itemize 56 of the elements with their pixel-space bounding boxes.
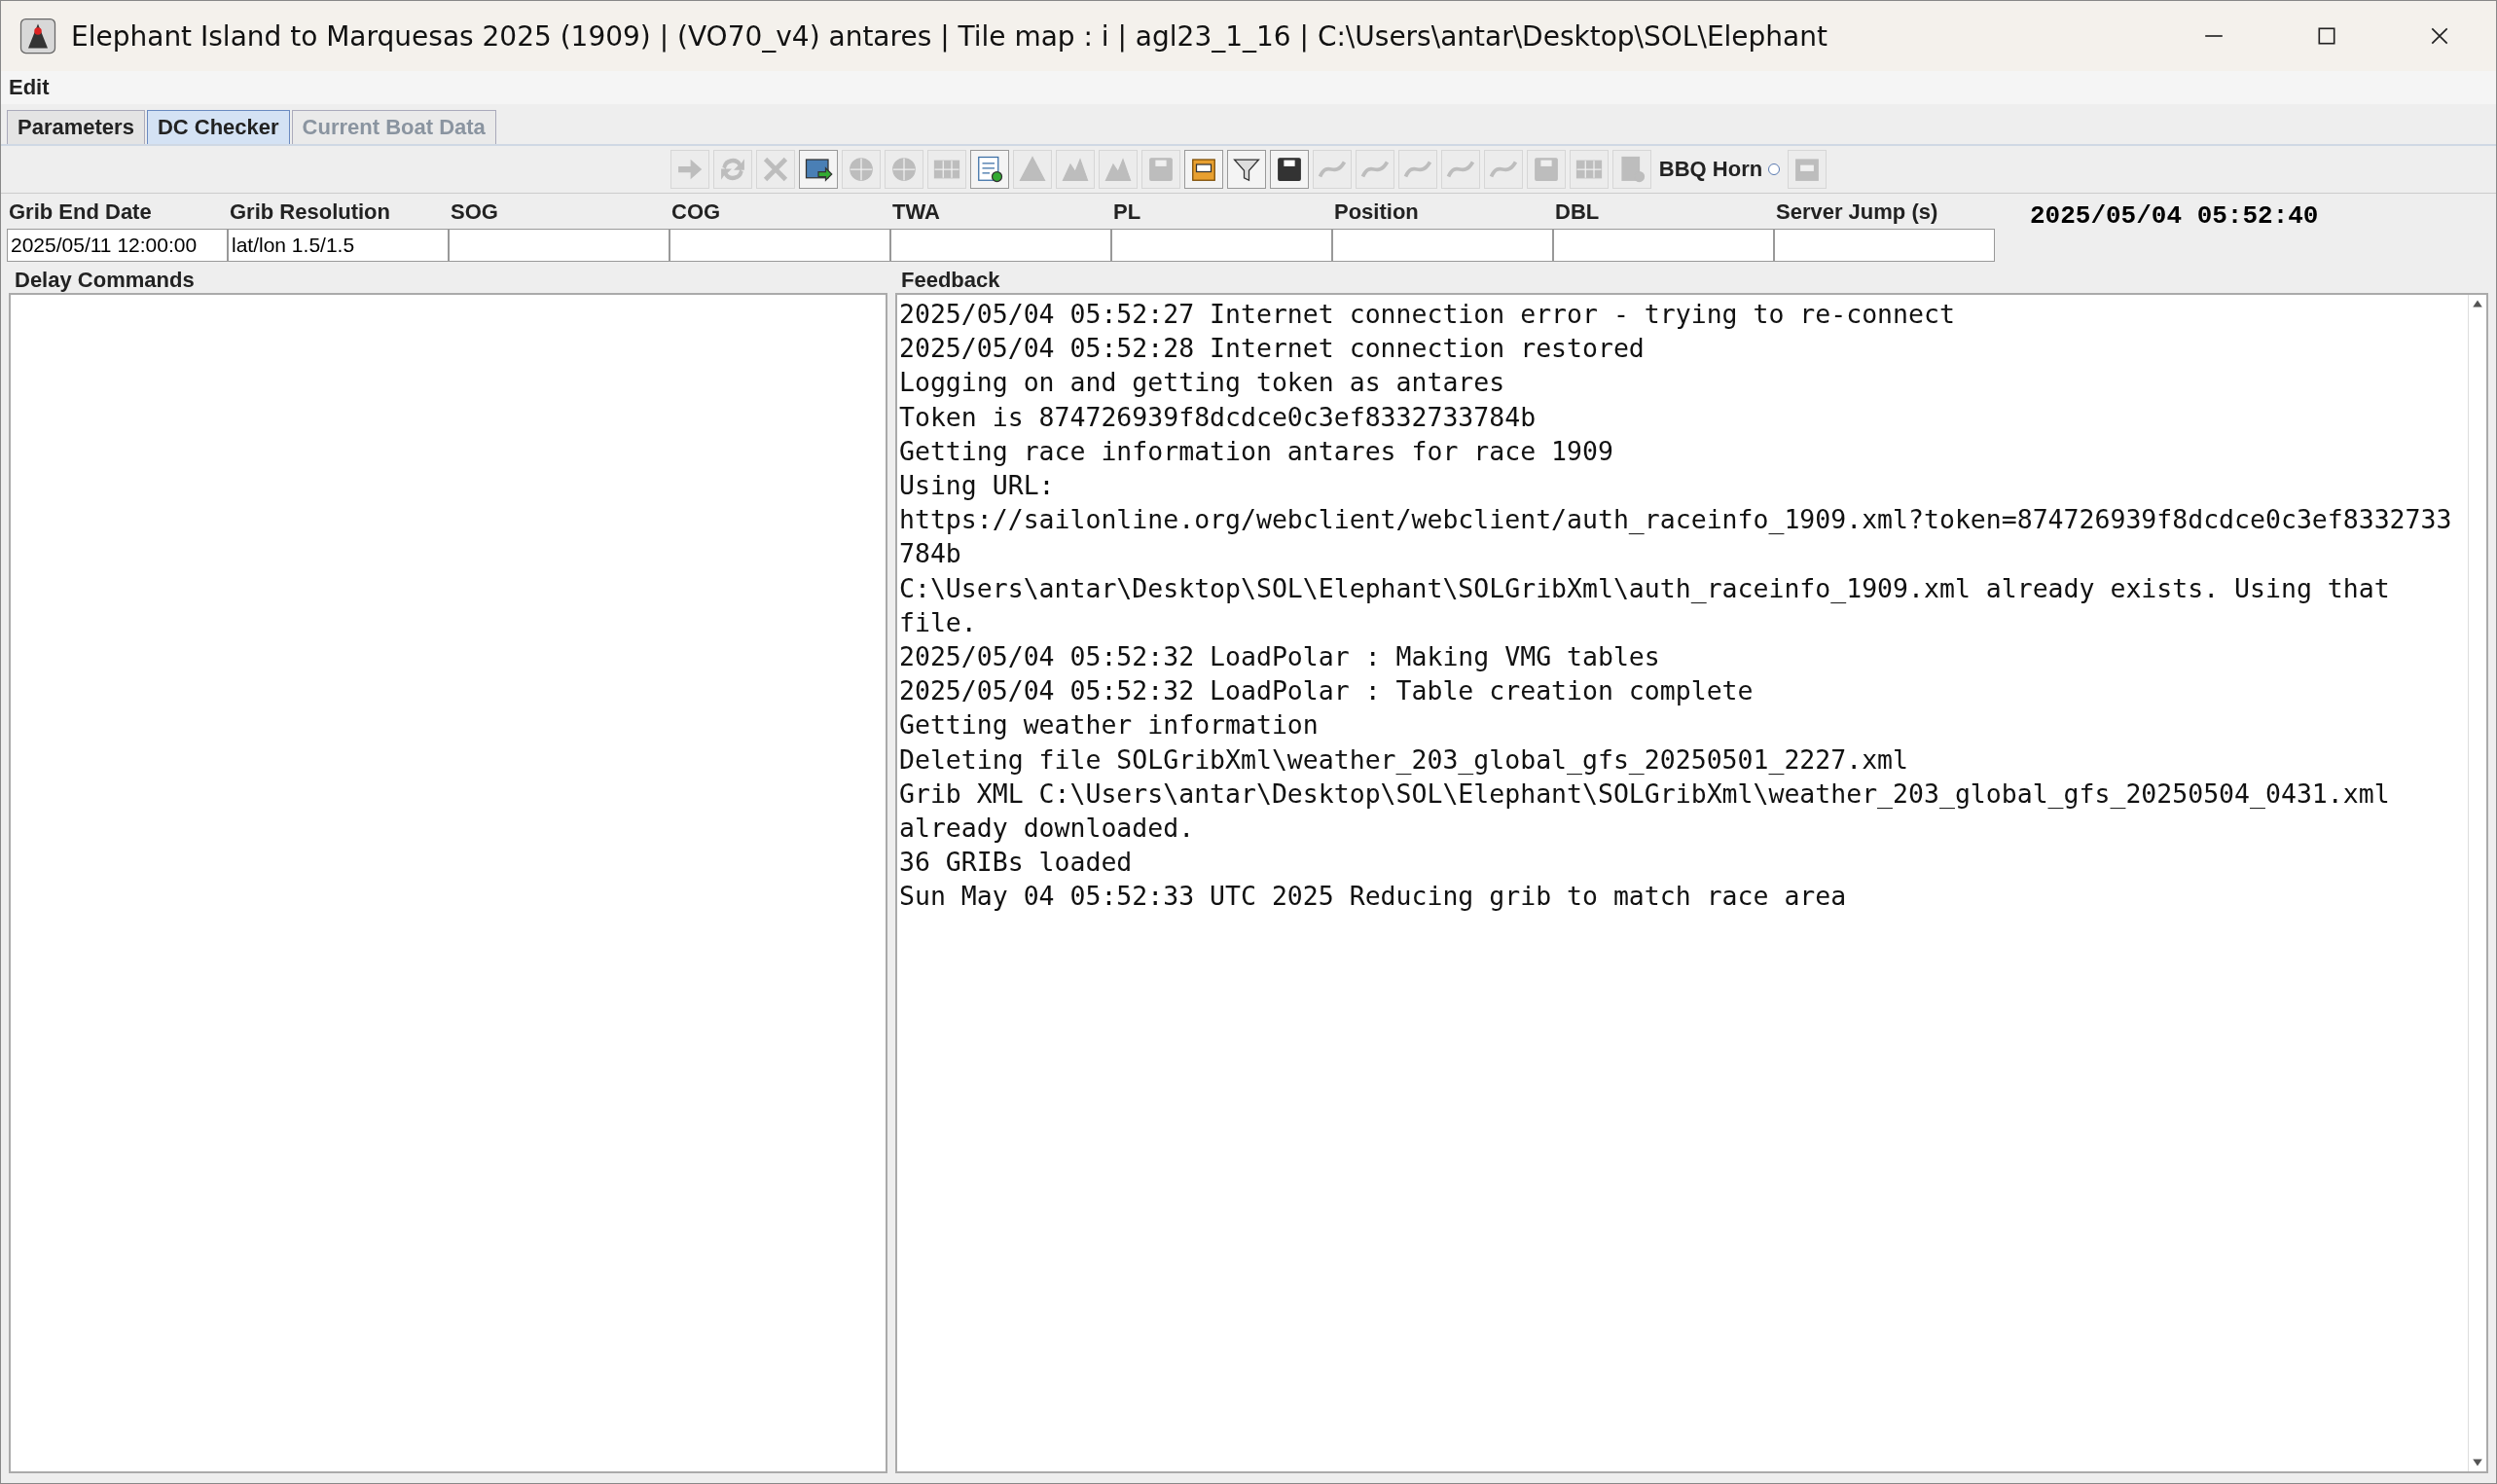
app-logo-icon	[18, 17, 57, 55]
close-icon[interactable]	[2429, 25, 2450, 47]
input-field[interactable]	[449, 229, 669, 262]
radio-button[interactable]: BBQ Horn	[1654, 157, 1785, 182]
text-area[interactable]	[9, 293, 887, 1473]
field-label: COG	[670, 199, 722, 226]
field-label: Server Jump (s)	[1775, 199, 1939, 226]
tab[interactable]: DC Checker	[146, 110, 290, 144]
input-field[interactable]	[1332, 229, 1553, 262]
log-line: file.	[899, 605, 978, 639]
log-line: already downloaded.	[899, 812, 1196, 846]
scroll-up-icon[interactable]	[2472, 298, 2483, 309]
floppy-disk-button[interactable]	[1269, 150, 1309, 189]
log-line: Using URL:	[899, 469, 1056, 502]
field-label: PL	[1112, 199, 1142, 226]
field-label: Position	[1333, 199, 1420, 226]
field-label: Grib Resolution	[229, 199, 391, 226]
input-field[interactable]	[890, 229, 1111, 262]
log-line: Logging on and getting token as antares	[899, 366, 1506, 400]
log-line: 2025/05/04 05:52:27 Internet connection error - trying to re-connect	[899, 298, 1956, 331]
input-field[interactable]	[1553, 229, 1774, 262]
field-label: SOG	[450, 199, 499, 226]
input-field[interactable]	[1111, 229, 1332, 262]
scroll-down-icon[interactable]	[2472, 1457, 2483, 1468]
field-label: DBL	[1554, 199, 1601, 226]
picture-button[interactable]	[798, 150, 838, 189]
log-line: 2025/05/04 05:52:32 LoadPolar : Making VMG tables	[899, 640, 1661, 674]
tab[interactable]: Parameters	[7, 110, 145, 144]
maximize-icon[interactable]	[2316, 25, 2337, 47]
input-field[interactable]	[1774, 229, 1995, 262]
input-field[interactable]	[669, 229, 890, 262]
menu-item[interactable]: Edit	[9, 75, 50, 100]
window-title: Elephant Island to Marquesas 2025 (1909) | (VO70_v4) antares | Tile map : i | agl23_1_16 | C:\Users\antar\Desktop\SOL\Elephant	[71, 19, 1828, 53]
clipboard-button[interactable]	[1183, 150, 1223, 189]
log-line: Deleting file SOLGribXml\weather_203_global_gfs_20250501_2227.xml	[899, 742, 1910, 777]
log-line: 2025/05/04 05:52:32 LoadPolar : Table creation complete	[899, 674, 1755, 708]
log-line: Token is 874726939f8dcdce0c3ef8332733784b	[899, 400, 1538, 434]
panel-title: Feedback	[900, 268, 1001, 293]
field-label: Grib End Date	[8, 199, 153, 226]
log-line: 36 GRIBs loaded	[899, 846, 1134, 880]
log-line: https://sailonline.org/webclient/webclient/auth_raceinfo_1909.xml?token=874726939f8dcdce0c3ef8332733	[899, 503, 2453, 537]
panel-title: Delay Commands	[14, 268, 196, 293]
field-label: TWA	[891, 199, 941, 226]
log-line: 784b	[899, 537, 962, 571]
log-line: Getting race information antares for race 1909	[899, 434, 1614, 468]
log-line: Sun May 04 05:52:33 UTC 2025 Reducing grib to match race area	[899, 880, 1848, 914]
warning-icon	[1017, 155, 1047, 184]
log-line: Grib XML C:\Users\antar\Desktop\SOL\Elephant\SOLGribXml\weather_203_global_gfs_20250504_0431.xml	[899, 777, 2391, 811]
input-field[interactable]: 2025/05/11 12:00:00	[7, 229, 228, 262]
log-area[interactable]	[895, 293, 2488, 1473]
clock-text: 2025/05/04 05:52:40	[2030, 201, 2319, 231]
log-line: Getting weather information	[899, 708, 1320, 742]
input-field[interactable]: lat/lon 1.5/1.5	[228, 229, 449, 262]
log-line: C:\Users\antar\Desktop\SOL\Elephant\SOLGribXml\auth_raceinfo_1909.xml already exists. Using that	[899, 571, 2391, 605]
log-line: 2025/05/04 05:52:28 Internet connection restored	[899, 332, 1646, 366]
funnel-button[interactable]	[1226, 150, 1266, 189]
